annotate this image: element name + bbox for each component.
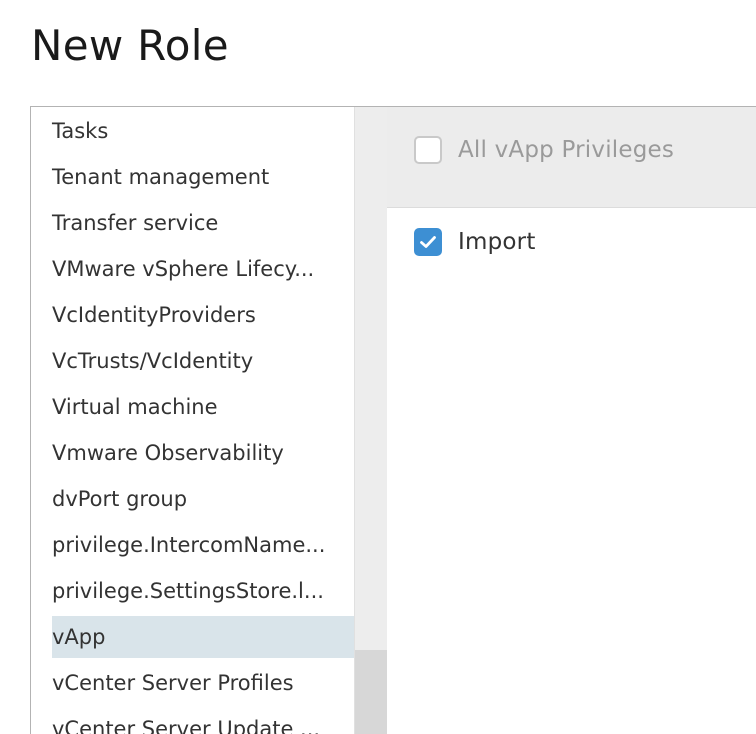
- privilege-detail-pane: All vApp Privileges Import: [387, 107, 756, 734]
- category-item-tasks[interactable]: Tasks: [31, 110, 354, 152]
- category-item-vcenter-server-profiles[interactable]: vCenter Server Profiles: [31, 662, 354, 704]
- import-label: Import: [458, 229, 536, 255]
- privilege-category-pane: Tasks Tenant management Transfer service…: [31, 107, 388, 734]
- category-item-tenant-management[interactable]: Tenant management: [31, 156, 354, 198]
- import-checkbox[interactable]: [414, 228, 442, 256]
- category-scrollbar-thumb[interactable]: [355, 650, 387, 734]
- category-item-privilege-settingsstore[interactable]: privilege.SettingsStore.l...: [31, 570, 354, 612]
- category-item-vmware-observability[interactable]: Vmware Observability: [31, 432, 354, 474]
- category-item-privilege-intercomname[interactable]: privilege.IntercomName...: [31, 524, 354, 566]
- category-item-vcenter-server-update[interactable]: vCenter Server Update ...: [31, 708, 354, 734]
- category-item-vcidentityproviders[interactable]: VcIdentityProviders: [31, 294, 354, 336]
- category-scrollbar[interactable]: [354, 107, 387, 734]
- category-item-virtual-machine[interactable]: Virtual machine: [31, 386, 354, 428]
- privilege-category-list: Tasks Tenant management Transfer service…: [31, 107, 354, 734]
- privilege-row-import: Import: [414, 228, 536, 256]
- check-icon: [420, 236, 436, 248]
- role-privilege-editor: Tasks Tenant management Transfer service…: [30, 106, 756, 734]
- category-item-vmware-vsphere-lifecycle[interactable]: VMware vSphere Lifecy...: [31, 248, 354, 290]
- page-title: New Role: [31, 21, 229, 70]
- category-item-transfer-service[interactable]: Transfer service: [31, 202, 354, 244]
- category-item-vapp[interactable]: vApp: [52, 616, 354, 658]
- privilege-header: All vApp Privileges: [387, 107, 756, 208]
- all-vapp-privileges-label: All vApp Privileges: [458, 137, 675, 163]
- category-item-dvport-group[interactable]: dvPort group: [31, 478, 354, 520]
- category-item-vctrusts-vcidentity[interactable]: VcTrusts/VcIdentity: [31, 340, 354, 382]
- all-vapp-privileges-row: All vApp Privileges: [414, 136, 674, 164]
- all-vapp-privileges-checkbox[interactable]: [414, 136, 442, 164]
